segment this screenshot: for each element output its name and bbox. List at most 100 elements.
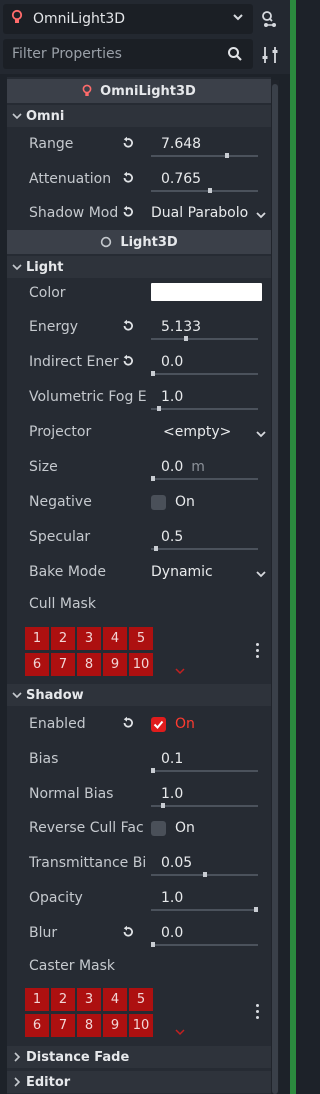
energy-slider[interactable]: 5.133	[151, 317, 265, 341]
specular-slider[interactable]: 0.5	[151, 527, 265, 551]
layer-cell[interactable]: 2	[51, 988, 75, 1011]
layer-cell[interactable]: 1	[25, 988, 49, 1011]
slider-track[interactable]	[151, 803, 258, 808]
revert-icon[interactable]	[121, 716, 135, 734]
revert-icon[interactable]	[121, 136, 135, 154]
property-negative: Negative On	[7, 492, 271, 514]
slider-grabber[interactable]	[151, 942, 155, 947]
slider-track[interactable]	[151, 768, 258, 773]
slider-track[interactable]	[151, 371, 258, 376]
property-bias: Bias 0.1	[7, 749, 271, 773]
slider-track[interactable]	[151, 188, 258, 193]
chevron-down-icon[interactable]	[175, 664, 185, 679]
layer-cell[interactable]: 1	[25, 627, 49, 650]
checkbox[interactable]	[151, 821, 166, 836]
more-options-icon[interactable]	[256, 1004, 259, 1022]
layer-cell[interactable]: 6	[25, 1014, 49, 1037]
projector-resource-picker[interactable]: <empty>	[151, 422, 267, 446]
inspector-panel: OmniLight3D Omni Range 7.648 Attenuation…	[7, 77, 271, 1094]
layer-cell[interactable]: 10	[129, 653, 153, 676]
section-editor[interactable]: Editor	[7, 1071, 271, 1093]
layer-cell[interactable]: 4	[103, 988, 127, 1011]
slider-track[interactable]	[151, 546, 258, 551]
layer-cell[interactable]: 10	[129, 1014, 153, 1037]
revert-icon[interactable]	[121, 925, 135, 943]
layer-cell[interactable]: 5	[129, 988, 153, 1011]
layer-cell[interactable]: 6	[25, 653, 49, 676]
slider-grabber[interactable]	[225, 153, 229, 158]
revert-icon[interactable]	[121, 319, 135, 337]
slider-grabber[interactable]	[151, 768, 155, 773]
property-label: Bias	[29, 751, 59, 767]
slider-track[interactable]	[151, 153, 258, 158]
layer-cell[interactable]: 7	[51, 653, 75, 676]
value-text: Dual Parabolo	[151, 205, 249, 221]
slider-track[interactable]	[151, 406, 258, 411]
volumetric-fog-slider[interactable]: 1.0	[151, 387, 265, 411]
slider-grabber[interactable]	[254, 907, 258, 912]
shadow-enabled-checkbox[interactable]: On	[151, 714, 265, 736]
color-swatch[interactable]	[151, 283, 262, 301]
section-light[interactable]: Light	[7, 256, 271, 278]
negative-checkbox[interactable]: On	[151, 492, 265, 514]
checkbox[interactable]	[151, 717, 166, 732]
bake-mode-dropdown[interactable]: Dynamic	[151, 562, 266, 584]
transmittance-bias-slider[interactable]: 0.05	[151, 853, 265, 877]
range-slider[interactable]: 7.648	[151, 134, 265, 158]
slider-grabber[interactable]	[161, 803, 165, 808]
chevron-down-icon[interactable]	[175, 1025, 185, 1040]
slider-grabber[interactable]	[151, 371, 155, 376]
value-text: Dynamic	[151, 564, 213, 580]
opacity-slider[interactable]: 1.0	[151, 888, 265, 912]
revert-icon[interactable]	[121, 354, 135, 372]
chevron-down-icon[interactable]	[231, 10, 245, 28]
slider-track[interactable]	[151, 476, 258, 481]
layer-cell[interactable]: 9	[103, 653, 127, 676]
node-tree-icon[interactable]	[259, 8, 281, 30]
tools-icon[interactable]	[259, 44, 281, 66]
revert-icon[interactable]	[121, 205, 135, 223]
slider-track[interactable]	[151, 942, 258, 947]
filter-properties-input[interactable]: Filter Properties	[3, 39, 253, 69]
checkbox[interactable]	[151, 495, 166, 510]
color-picker[interactable]	[151, 283, 265, 305]
layer-cell[interactable]: 7	[51, 1014, 75, 1037]
chevron-down-icon	[12, 262, 22, 272]
section-omni[interactable]: Omni	[7, 105, 271, 127]
property-label: Color	[29, 285, 66, 301]
slider-grabber[interactable]	[157, 406, 161, 411]
section-distance-fade[interactable]: Distance Fade	[7, 1046, 271, 1068]
scrollbar[interactable]	[271, 80, 279, 1094]
scrollbar-thumb[interactable]	[272, 84, 278, 1094]
more-options-icon[interactable]	[256, 643, 259, 661]
slider-grabber[interactable]	[151, 476, 155, 481]
layer-cell[interactable]: 2	[51, 627, 75, 650]
slider-grabber[interactable]	[184, 336, 188, 341]
revert-icon[interactable]	[121, 171, 135, 189]
bias-slider[interactable]: 0.1	[151, 749, 265, 773]
size-slider[interactable]: 0.0 m	[151, 457, 265, 481]
node-selector[interactable]: OmniLight3D	[3, 4, 253, 34]
slider-grabber[interactable]	[154, 546, 158, 551]
chevron-down-icon[interactable]	[255, 426, 267, 446]
slider-track[interactable]	[151, 336, 258, 341]
slider-track[interactable]	[151, 872, 258, 877]
layer-cell[interactable]: 9	[103, 1014, 127, 1037]
attenuation-slider[interactable]: 0.765	[151, 169, 265, 193]
reverse-cull-checkbox[interactable]: On	[151, 818, 265, 840]
shadow-mode-dropdown[interactable]: Dual Parabolo	[151, 203, 266, 225]
layer-cell[interactable]: 5	[129, 627, 153, 650]
slider-track[interactable]	[151, 907, 258, 912]
layer-cell[interactable]: 8	[77, 653, 101, 676]
slider-grabber[interactable]	[208, 188, 212, 193]
layer-cell[interactable]: 3	[77, 627, 101, 650]
layer-cell[interactable]: 3	[77, 988, 101, 1011]
normal-bias-slider[interactable]: 1.0	[151, 784, 265, 808]
indirect-energy-slider[interactable]: 0.0	[151, 352, 265, 376]
layer-cell[interactable]: 8	[77, 1014, 101, 1037]
blur-slider[interactable]: 0.0	[151, 923, 265, 947]
section-shadow[interactable]: Shadow	[7, 684, 271, 706]
slider-grabber[interactable]	[203, 872, 207, 877]
layer-cell[interactable]: 4	[103, 627, 127, 650]
property-energy: Energy 5.133	[7, 317, 271, 341]
